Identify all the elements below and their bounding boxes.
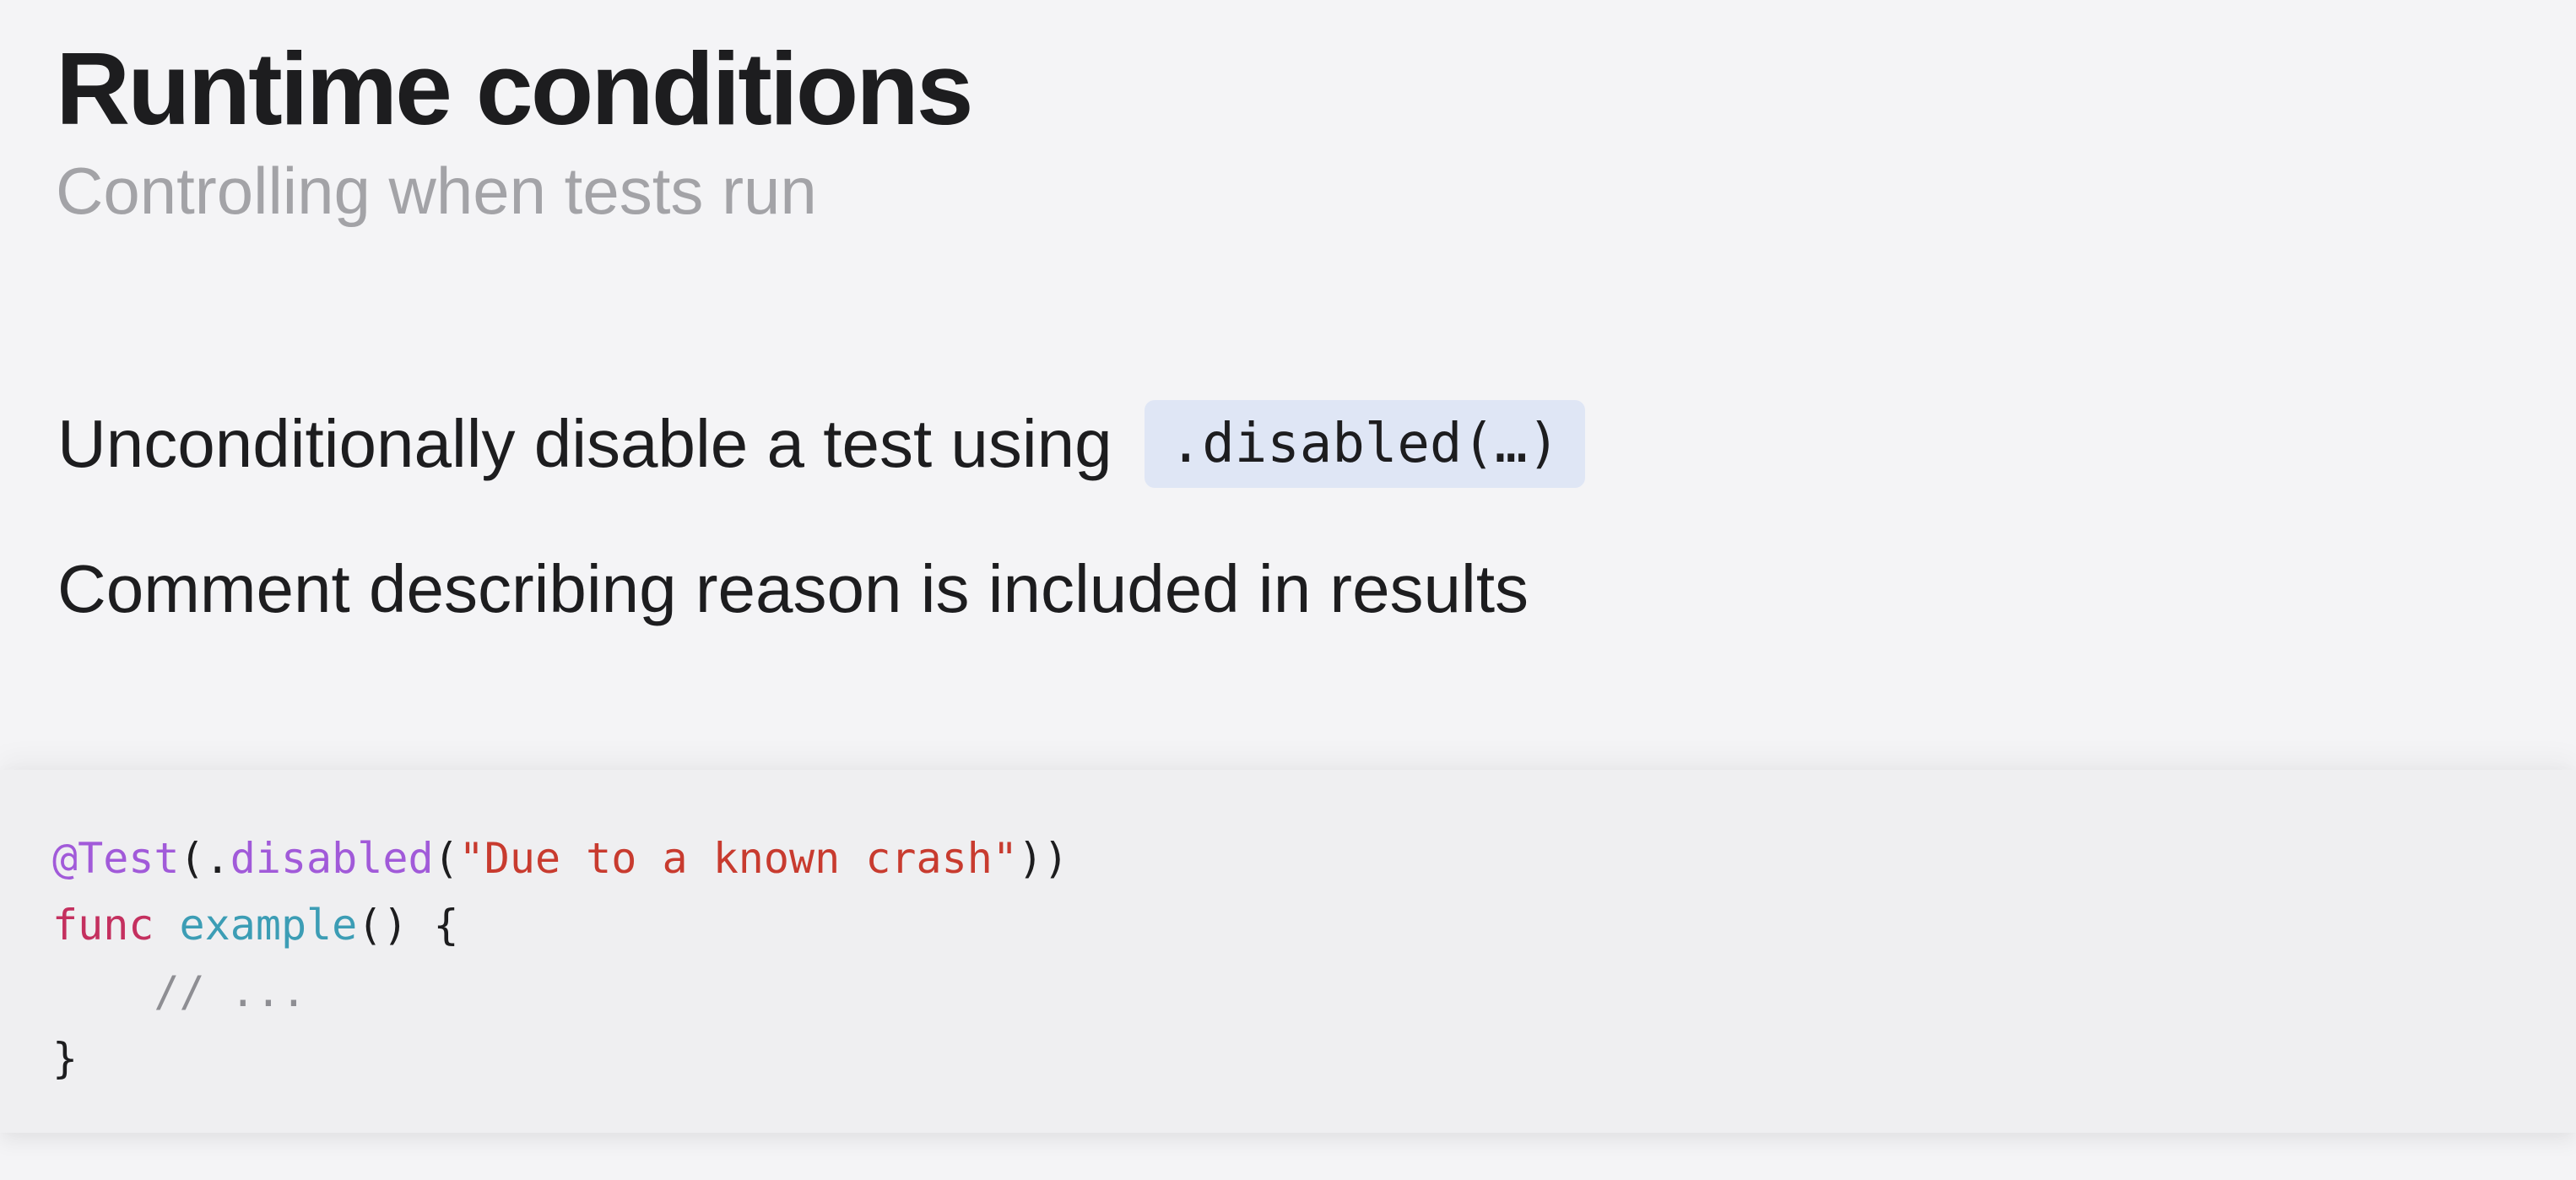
code-keyword: func: [52, 901, 154, 950]
code-comment: // ...: [154, 967, 307, 1016]
code-block: @Test(.disabled("Due to a known crash"))…: [52, 825, 1069, 1092]
bullet-disable-test: Unconditionally disable a test using .di…: [57, 397, 1586, 491]
code-punctuation: (: [433, 834, 459, 883]
code-punctuation: }: [52, 1034, 78, 1083]
code-panel: @Test(.disabled("Due to a known crash"))…: [0, 770, 2576, 1133]
code-punctuation: )): [1017, 834, 1069, 883]
code-line-4: }: [52, 1026, 1069, 1092]
bullet-text: Comment describing reason is included in…: [57, 551, 1529, 626]
code-string: "Due to a known crash": [458, 834, 1018, 883]
bullet-list: Unconditionally disable a test using .di…: [57, 397, 1586, 636]
code-line-2: func example() {: [52, 892, 1069, 959]
slide-title: Runtime conditions: [56, 31, 974, 146]
code-attribute: @Test: [52, 834, 180, 883]
slide-subtitle: Controlling when tests run: [56, 154, 817, 228]
code-punctuation: () {: [357, 901, 459, 950]
code-punctuation: (.: [179, 834, 230, 883]
code-line-1: @Test(.disabled("Due to a known crash")): [52, 825, 1069, 892]
code-function-name: example: [179, 901, 358, 950]
code-line-3: // ...: [52, 959, 1069, 1026]
code-trait-name: disabled: [230, 834, 434, 883]
slide-header: Runtime conditions Controlling when test…: [56, 25, 974, 230]
bullet-text: Unconditionally disable a test using: [57, 406, 1112, 481]
bullet-comment-reason: Comment describing reason is included in…: [57, 542, 1585, 636]
inline-code-disabled: .disabled(…): [1144, 400, 1586, 488]
